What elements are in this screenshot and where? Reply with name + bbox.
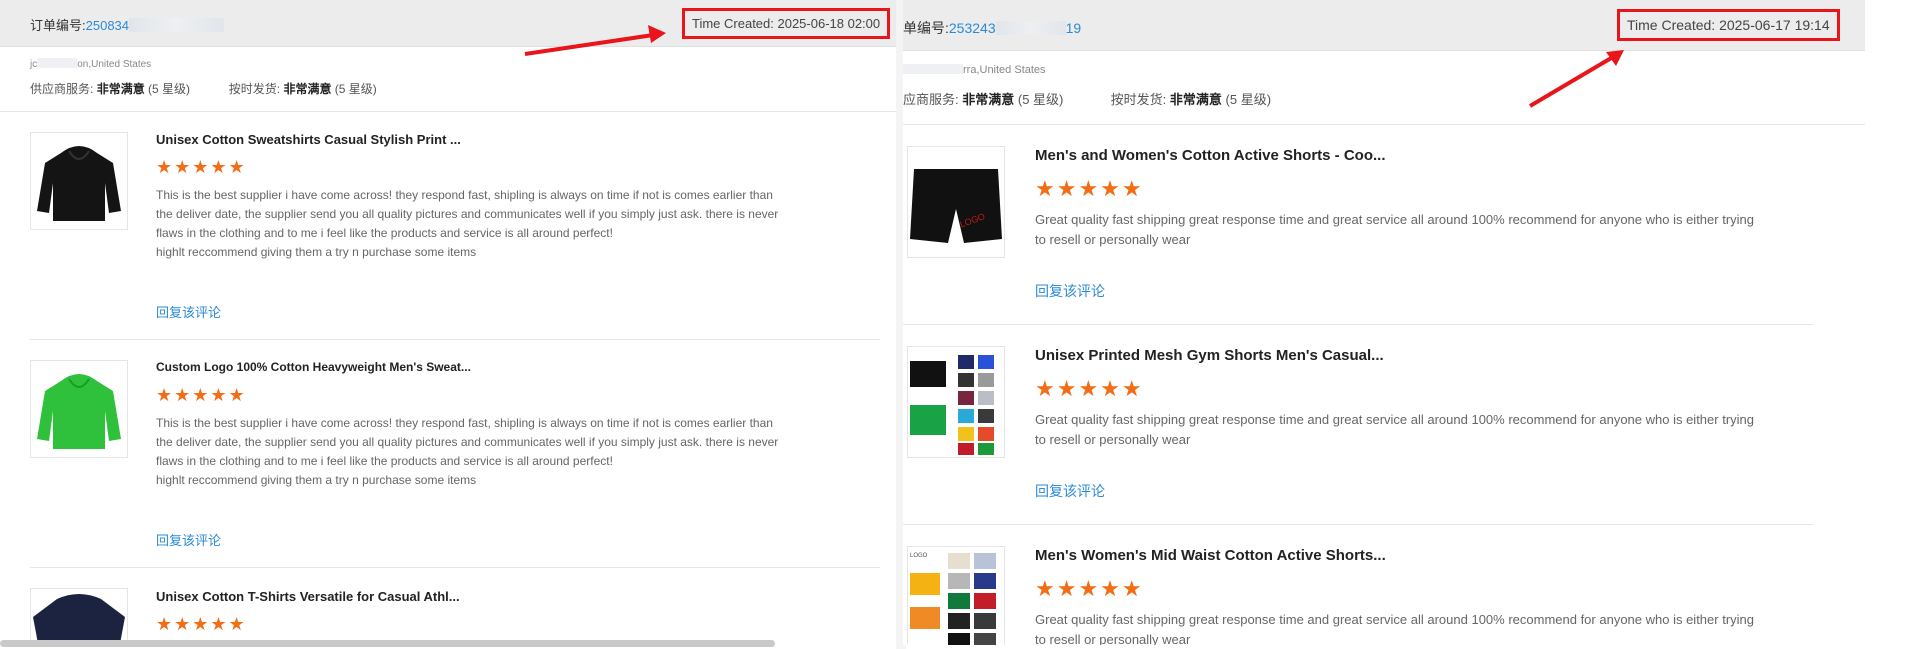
supplier-service-level: (5 星级) (1017, 92, 1064, 107)
left-order-panel: 订单编号:250834 Time Created: 2025-06-18 02:… (0, 0, 901, 645)
reply-review-link[interactable]: 回复该评论 (156, 302, 221, 321)
review-product-title[interactable]: Unisex Cotton T-Shirts Versatile for Cas… (156, 589, 460, 604)
rating-stars: ★★★★★ (156, 385, 247, 405)
rating-stars: ★★★★★ (156, 614, 247, 634)
product-thumbnail[interactable]: LOGO (907, 146, 1005, 258)
color-grid-shorts-image: LOGO (910, 553, 996, 645)
ship-on-time-level: (5 星级) (334, 82, 377, 96)
ship-on-time-label: 按时发货: (1110, 92, 1167, 107)
review-divider (903, 524, 1813, 525)
review-product-title[interactable]: Men's Women's Mid Waist Cotton Active Sh… (1035, 547, 1386, 564)
order-number-redaction (995, 21, 1066, 35)
supplier-service-value: 非常满意 (96, 82, 145, 96)
product-thumbnail[interactable] (30, 588, 128, 645)
black-hoodie-image (37, 146, 121, 221)
left-order-header: 订单编号:250834 Time Created: 2025-06-18 02:… (0, 0, 900, 47)
location-text: rra,United States (963, 64, 1046, 76)
order-number-redaction (129, 18, 225, 32)
ship-on-time-level: (5 星级) (1225, 92, 1272, 107)
review-text: This is the best supplier i have come ac… (156, 416, 779, 487)
product-thumbnail[interactable] (30, 360, 128, 458)
left-ratings: 供应商服务: 非常满意 (5 星级) 按时发货: 非常满意 (5 星级) (30, 80, 377, 97)
order-number-label: 单编号: (903, 20, 949, 36)
right-buyer-location: rra,United States (903, 64, 1046, 76)
multicolor-shorts-image (910, 355, 994, 455)
supplier-service-label: 供应商服务: (30, 82, 94, 96)
supplier-service-level: (5 星级) (148, 82, 191, 96)
review-divider (30, 339, 880, 340)
review-product-title[interactable]: Custom Logo 100% Cotton Heavyweight Men'… (156, 360, 471, 374)
supplier-service-label: 应商服务: (903, 92, 959, 107)
location-redaction (903, 64, 963, 74)
reply-review-link[interactable]: 回复该评论 (1035, 481, 1105, 501)
green-hoodie-image (37, 374, 121, 449)
review-product-title[interactable]: Unisex Printed Mesh Gym Shorts Men's Cas… (1035, 347, 1384, 364)
right-order-number: 单编号:253243 19 (903, 18, 1081, 38)
black-shorts-image: LOGO (910, 169, 1002, 243)
ship-on-time-value: 非常满意 (1169, 92, 1222, 107)
location-text: on,United States (77, 59, 152, 70)
review-product-title[interactable]: Men's and Women's Cotton Active Shorts -… (1035, 147, 1386, 164)
right-order-header: 单编号:253243 19 Time Created: 2025-06-17 19… (903, 0, 1865, 51)
rating-stars: ★★★★★ (1035, 376, 1144, 401)
location-prefix: jc (30, 59, 38, 70)
reply-review-link[interactable]: 回复该评论 (1035, 281, 1105, 301)
reply-review-link[interactable]: 回复该评论 (156, 530, 221, 549)
logo-label: LOGO (910, 553, 928, 559)
product-thumbnail[interactable] (30, 132, 128, 230)
order-number-link[interactable]: 253243 (949, 20, 996, 36)
horizontal-scrollbar[interactable] (0, 640, 775, 647)
review-text: This is the best supplier i have come ac… (156, 188, 779, 259)
left-buyer-location: jc on,United States (30, 58, 151, 70)
right-ratings: 应商服务: 非常满意 (5 星级) 按时发货: 非常满意 (5 星级) (903, 89, 1271, 108)
left-order-number: 订单编号:250834 (30, 15, 225, 34)
order-number-label: 订单编号: (30, 18, 86, 33)
review-text: Great quality fast shipping great respon… (1035, 612, 1754, 645)
location-redaction (37, 58, 78, 68)
product-thumbnail[interactable] (907, 346, 1005, 458)
rating-stars: ★★★★★ (1035, 176, 1144, 201)
ship-on-time-value: 非常满意 (283, 82, 332, 96)
rating-stars: ★★★★★ (1035, 576, 1144, 601)
right-order-panel: 单编号:253243 19 Time Created: 2025-06-17 19… (903, 0, 1865, 645)
order-number-link[interactable]: 250834 (86, 18, 129, 33)
review-divider (903, 324, 1813, 325)
supplier-service-value: 非常满意 (962, 92, 1015, 107)
ship-on-time-label: 按时发货: (228, 82, 281, 96)
order-number-tail[interactable]: 19 (1066, 20, 1082, 36)
product-thumbnail[interactable]: LOGO (907, 546, 1005, 645)
rating-stars: ★★★★★ (156, 157, 247, 177)
review-text: Great quality fast shipping great respon… (1035, 212, 1754, 247)
navy-tshirt-image (33, 594, 125, 645)
header-divider (903, 124, 1865, 125)
header-divider (0, 111, 900, 112)
right-time-created: Time Created: 2025-06-17 19:14 (1617, 9, 1840, 41)
review-product-title[interactable]: Unisex Cotton Sweatshirts Casual Stylish… (156, 132, 461, 147)
review-text: Great quality fast shipping great respon… (1035, 412, 1754, 447)
review-divider (30, 567, 880, 568)
left-time-created: Time Created: 2025-06-18 02:00 (682, 8, 891, 39)
right-margin (1866, 0, 1920, 649)
